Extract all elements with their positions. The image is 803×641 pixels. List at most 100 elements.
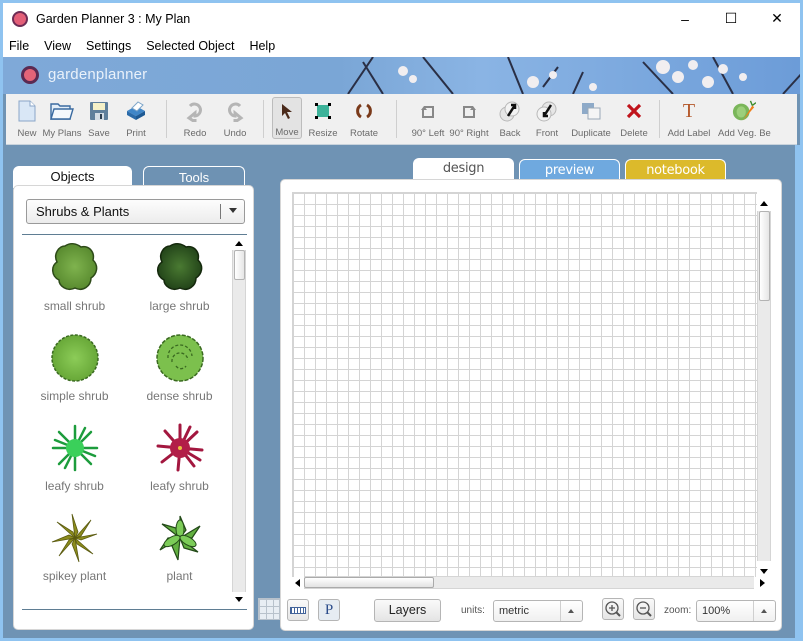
arrow-cursor-icon bbox=[275, 100, 299, 122]
object-leafy-shrub-red[interactable]: leafy shrub bbox=[127, 420, 232, 510]
rotate-right-icon bbox=[457, 99, 481, 123]
scroll-down-icon[interactable] bbox=[760, 569, 768, 574]
category-dropdown[interactable]: Shrubs & Plants bbox=[26, 199, 245, 224]
grid-toggle-button[interactable] bbox=[258, 598, 280, 620]
p-button[interactable]: P bbox=[318, 599, 340, 621]
zoom-in-icon bbox=[605, 601, 621, 617]
duplicate-icon bbox=[579, 99, 603, 123]
object-dense-shrub[interactable]: dense shrub bbox=[127, 330, 232, 420]
rotate-right-button[interactable]: 90° Right bbox=[447, 94, 491, 145]
my-plans-button[interactable]: My Plans bbox=[40, 94, 84, 145]
canvas-bottom-bar: P Layers units: metric zoom: 100% bbox=[281, 594, 781, 628]
save-button[interactable]: Save bbox=[84, 94, 114, 145]
chevron-down-icon bbox=[229, 208, 237, 213]
zoom-select[interactable]: 100% bbox=[696, 600, 776, 622]
zoom-value: 100% bbox=[702, 605, 731, 617]
canvas-horizontal-scrollbar[interactable] bbox=[295, 576, 765, 590]
objects-list: small shrub large shrub simple shrub den… bbox=[22, 238, 232, 606]
chevron-up-icon[interactable] bbox=[753, 601, 775, 621]
duplicate-button[interactable]: Duplicate bbox=[565, 94, 617, 145]
new-button[interactable]: New bbox=[14, 94, 40, 145]
minimize-button[interactable]: – bbox=[662, 3, 708, 34]
ruler-button[interactable] bbox=[287, 599, 309, 621]
scroll-thumb[interactable] bbox=[234, 250, 245, 280]
scroll-left-icon[interactable] bbox=[295, 579, 300, 587]
small-shrub-icon bbox=[47, 240, 103, 296]
blossom-banner-image bbox=[347, 57, 800, 94]
window-title: Garden Planner 3 : My Plan bbox=[36, 11, 191, 26]
menu-help[interactable]: Help bbox=[249, 39, 275, 53]
p-icon: P bbox=[324, 601, 334, 618]
menu-settings[interactable]: Settings bbox=[86, 39, 131, 53]
menu-selected-object[interactable]: Selected Object bbox=[146, 39, 234, 53]
objects-scrollbar[interactable] bbox=[232, 238, 246, 606]
scroll-up-icon[interactable] bbox=[235, 241, 243, 246]
resize-button[interactable]: Resize bbox=[302, 94, 344, 145]
scroll-down-icon[interactable] bbox=[235, 597, 243, 602]
brand-name: gardenplanner bbox=[48, 66, 148, 83]
design-canvas[interactable] bbox=[292, 192, 757, 577]
undo-button[interactable]: Undo bbox=[215, 94, 255, 145]
zoom-in-button[interactable] bbox=[602, 598, 624, 620]
tab-tools[interactable]: Tools bbox=[143, 166, 245, 186]
title-bar: Garden Planner 3 : My Plan – ☐ ✕ bbox=[3, 3, 800, 34]
print-button[interactable]: Print bbox=[114, 94, 158, 145]
move-button[interactable]: Move bbox=[272, 97, 302, 139]
redo-button[interactable]: Redo bbox=[175, 94, 215, 145]
scroll-up-icon[interactable] bbox=[760, 201, 768, 206]
layers-button[interactable]: Layers bbox=[374, 599, 441, 622]
bring-front-icon bbox=[535, 99, 559, 123]
printer-icon bbox=[124, 99, 148, 123]
brand-banner: gardenplanner bbox=[3, 57, 800, 94]
toolbar-separator bbox=[166, 100, 167, 138]
rotate-left-button[interactable]: 90° Left bbox=[409, 94, 447, 145]
maximize-button[interactable]: ☐ bbox=[708, 3, 754, 34]
bring-front-button[interactable]: Front bbox=[529, 94, 565, 145]
rotate-button[interactable]: Rotate bbox=[344, 94, 384, 145]
floppy-disk-icon bbox=[87, 99, 111, 123]
object-small-shrub[interactable]: small shrub bbox=[22, 240, 127, 330]
object-large-shrub[interactable]: large shrub bbox=[127, 240, 232, 330]
add-label-button[interactable]: T Add Label bbox=[666, 94, 712, 145]
scroll-thumb[interactable] bbox=[304, 577, 434, 588]
brand-logo-icon bbox=[21, 66, 39, 84]
delete-x-icon bbox=[622, 99, 646, 123]
vegetable-icon bbox=[732, 99, 756, 123]
tab-design[interactable]: design bbox=[413, 158, 514, 181]
object-plant[interactable]: plant bbox=[127, 510, 232, 600]
tab-notebook[interactable]: notebook bbox=[625, 159, 726, 181]
tab-preview[interactable]: preview bbox=[519, 159, 620, 181]
dense-shrub-icon bbox=[152, 330, 208, 386]
folder-icon bbox=[50, 99, 74, 123]
object-simple-shrub[interactable]: simple shrub bbox=[22, 330, 127, 420]
spikey-plant-icon bbox=[47, 510, 103, 566]
units-value: metric bbox=[499, 605, 529, 617]
add-veg-bed-button[interactable]: Add Veg. Be bbox=[712, 94, 771, 145]
scroll-right-icon[interactable] bbox=[760, 579, 765, 587]
units-select[interactable]: metric bbox=[493, 600, 583, 622]
close-button[interactable]: ✕ bbox=[754, 3, 800, 34]
toolbar-separator bbox=[263, 100, 264, 138]
app-window: Garden Planner 3 : My Plan – ☐ ✕ File Vi… bbox=[3, 3, 800, 638]
app-logo-icon bbox=[12, 10, 28, 27]
chevron-up-icon[interactable] bbox=[560, 601, 582, 621]
canvas-vertical-scrollbar[interactable] bbox=[757, 198, 771, 574]
delete-button[interactable]: Delete bbox=[617, 94, 651, 145]
resize-icon bbox=[311, 99, 335, 123]
zoom-out-icon bbox=[636, 601, 652, 617]
object-spikey-plant[interactable]: spikey plant bbox=[22, 510, 127, 600]
send-back-icon bbox=[498, 99, 522, 123]
scroll-thumb[interactable] bbox=[759, 211, 770, 301]
units-label: units: bbox=[461, 605, 485, 616]
text-t-icon: T bbox=[682, 99, 696, 122]
send-back-button[interactable]: Back bbox=[491, 94, 529, 145]
rotate-icon bbox=[352, 99, 376, 123]
menu-view[interactable]: View bbox=[44, 39, 71, 53]
plant-icon bbox=[152, 510, 208, 566]
simple-shrub-icon bbox=[47, 330, 103, 386]
zoom-label: zoom: bbox=[664, 605, 692, 616]
object-leafy-shrub-green[interactable]: leafy shrub bbox=[22, 420, 127, 510]
category-value: Shrubs & Plants bbox=[36, 204, 130, 219]
menu-file[interactable]: File bbox=[9, 39, 29, 53]
zoom-out-button[interactable] bbox=[633, 598, 655, 620]
